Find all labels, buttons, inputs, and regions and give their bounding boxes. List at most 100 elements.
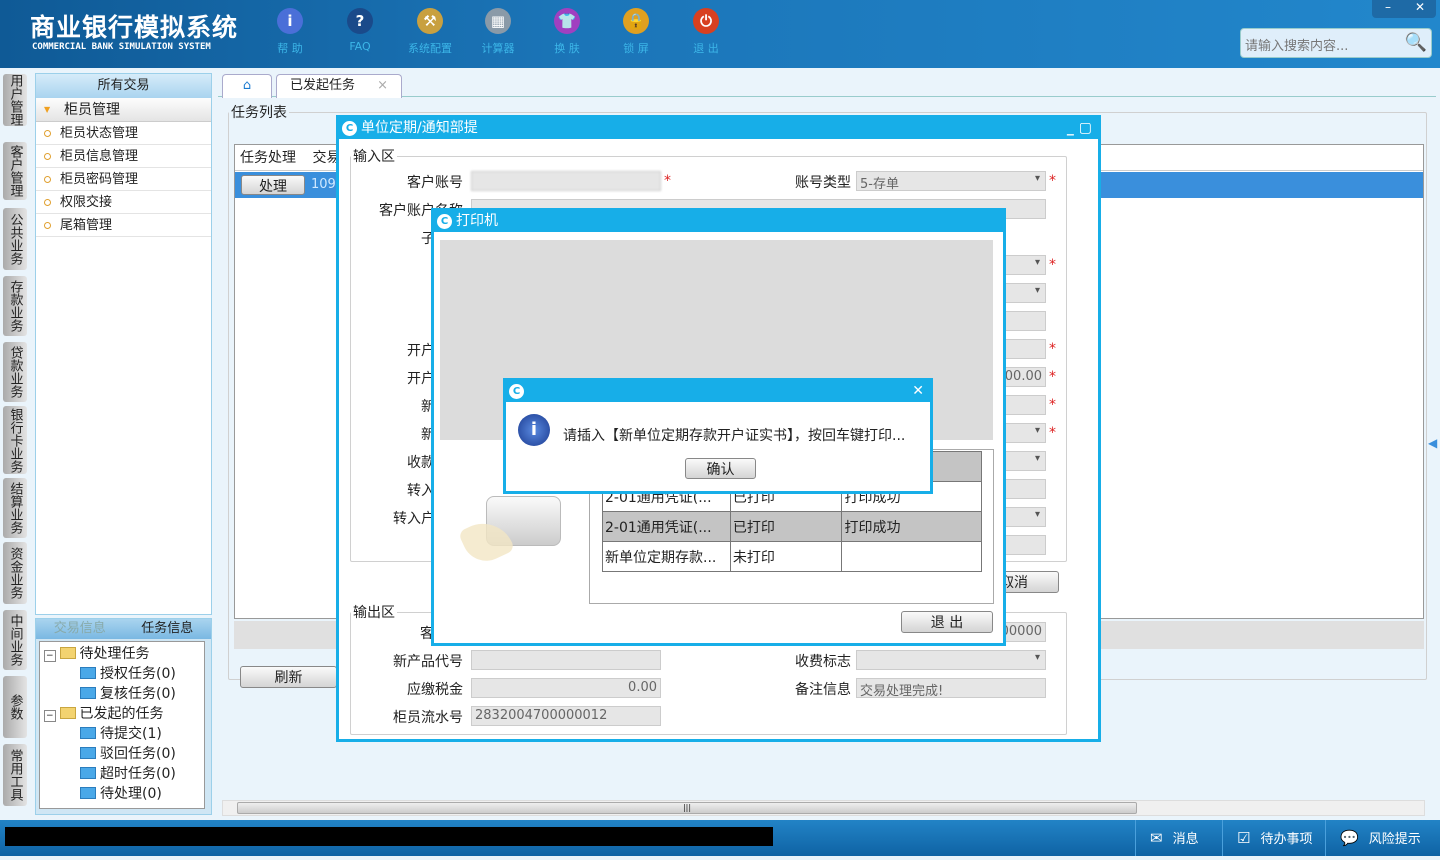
customer-label: 客 [420,626,434,642]
col-task-process: 任务处理 [240,150,296,166]
info-icon: i [518,414,550,446]
transaction-menu: 所有交易 柜员管理 柜员状态管理柜员信息管理柜员密码管理权限交接尾箱管理 [35,73,212,615]
account-type-label: 账号类型 [795,175,851,191]
question-icon: ? [347,8,373,34]
tree-node[interactable]: 授权任务(0) [80,664,176,684]
status-alert-bubble[interactable]: 💬 风险提示 [1325,820,1435,856]
refresh-button[interactable]: 刷新 [240,666,337,688]
account-type-select[interactable]: 5-存单 [856,171,1046,191]
toolbar-info-button[interactable]: i 帮 助 [260,8,320,56]
toolbar-label: 帮 助 [277,42,303,55]
toolbar-toolbox-button[interactable]: ⚒ 系统配置 [400,8,460,56]
tree-node[interactable]: 待提交(1) [80,724,162,744]
folder-icon [80,787,96,799]
search-icon[interactable]: 🔍 [1405,32,1427,53]
nav-tab-2[interactable]: 公共业务 [3,208,27,270]
toolbar-power-button[interactable]: ⏻ 退 出 [676,8,736,56]
toolbar-shirt-button[interactable]: 👕 换 肤 [537,8,597,56]
tree-node[interactable]: − 待处理任务 [44,644,150,664]
toolbar-label: 计算器 [481,42,515,55]
home-tab[interactable]: ⌂ [222,74,272,98]
tree-node[interactable]: − 已发起的任务 [44,704,164,724]
remark-label: 备注信息 [795,682,851,698]
insert-paper-alert: C ✕ i 请插入【新单位定期存款开户证实书】，按回车键打印... 确认 [503,378,933,494]
app-logo-icon: C [437,214,452,229]
required-mark: * [1049,369,1056,385]
new-product-label: 新产品代号 [393,654,463,670]
menu-item[interactable]: 柜员状态管理 [36,122,211,145]
tree-node[interactable]: 待处理(0) [80,784,162,804]
tree-node-label: 超时任务(0) [100,766,176,782]
collapse-icon[interactable]: − [44,710,56,722]
tree-node[interactable]: 驳回任务(0) [80,744,176,764]
toolbar-label: 系统配置 [408,42,452,55]
close-window-button[interactable]: ✕ [1404,0,1436,18]
nav-tab-7[interactable]: 资金业务 [3,542,27,604]
scrollbar-thumb[interactable]: ||| [237,802,1137,814]
nav-tab-8[interactable]: 中间业务 [3,610,27,670]
confirm-button[interactable]: 确认 [685,458,756,479]
nav-tab-9[interactable]: 参数 [3,676,27,738]
tree-node-label: 待提交(1) [100,726,162,742]
nav-tab-5[interactable]: 银行卡业务 [3,406,27,474]
power-icon: ⏻ [693,8,719,34]
tab-initiated-tasks[interactable]: 已发起任务 × [276,74,402,98]
toolbar-calculator-button[interactable]: ▦ 计算器 [468,8,528,56]
toolbox-icon: ⚒ [417,8,443,34]
close-tab-icon[interactable]: × [377,78,388,93]
minimize-button[interactable]: – [1372,0,1404,18]
nav-tab-10[interactable]: 常用工具 [3,744,27,806]
tab-task-info[interactable]: 任务信息 [124,619,212,639]
new-product-field [471,650,661,670]
exit-button[interactable]: 退 出 [901,611,993,633]
fee-flag-select[interactable] [856,650,1046,670]
menu-item[interactable]: 权限交接 [36,191,211,214]
status-mail[interactable]: ✉ 消息 [1135,820,1235,856]
status-label: 风险提示 [1368,832,1421,847]
menu-item[interactable]: 柜员信息管理 [36,145,211,168]
dialog-window-controls[interactable]: _ ▢ [1067,118,1092,139]
input-area-legend: 输入区 [353,149,395,165]
output-area-legend: 输出区 [353,605,395,621]
print-state: 未打印 [729,541,843,572]
print-result [841,541,982,572]
tab-transaction-info[interactable]: 交易信息 [36,619,124,639]
tree-node[interactable]: 复核任务(0) [80,684,176,704]
checkbox-icon: ☑ [1237,829,1251,847]
serial-field: 2832004700000012 [471,706,661,726]
app-title: 商业银行模拟系统 [30,13,239,42]
menu-item[interactable]: 柜员密码管理 [36,168,211,191]
search-placeholder: 请输入搜索内容... [1245,39,1349,54]
info-icon: i [277,8,303,34]
menu-item[interactable]: 尾箱管理 [36,214,211,237]
folder-icon [80,747,96,759]
shirt-icon: 👕 [554,8,580,34]
toolbar-lock-button[interactable]: 🔒 锁 屏 [606,8,666,56]
expand-panel-icon[interactable]: ◀ [1428,436,1437,450]
tree-node[interactable]: 超时任务(0) [80,764,176,784]
process-button[interactable]: 处理 [241,175,305,195]
nav-tab-6[interactable]: 结算业务 [3,478,27,538]
search-input[interactable]: 请输入搜索内容... 🔍 [1240,28,1432,58]
app-logo-icon: C [509,384,524,399]
nav-tab-3[interactable]: 存款业务 [3,276,27,336]
alert-close-button[interactable]: ✕ [912,381,924,402]
print-job-row[interactable]: 2-01通用凭证(... 已打印 打印成功 [602,511,982,542]
nav-tab-0[interactable]: 用户管理 [3,74,27,126]
required-mark: * [1049,397,1056,413]
status-checkbox[interactable]: ☑ 待办事项 [1222,820,1322,856]
home-icon: ⌂ [242,78,252,93]
customer-account-field[interactable] [471,171,661,191]
status-label: 消息 [1172,832,1199,847]
print-job-row[interactable]: 新单位定期存款... 未打印 [602,541,982,572]
mail-icon: ✉ [1150,829,1163,847]
menu-header[interactable]: 所有交易 [36,74,211,98]
nav-tab-1[interactable]: 客户管理 [3,142,27,200]
horizontal-scrollbar[interactable]: ||| [222,800,1425,816]
toolbar-question-button[interactable]: ? FAQ [330,8,390,53]
tree-node-label: 驳回任务(0) [100,746,176,762]
menu-group-teller[interactable]: 柜员管理 [36,98,211,122]
collapse-icon[interactable]: − [44,650,56,662]
tree-node-label: 待处理(0) [100,786,162,802]
nav-tab-4[interactable]: 贷款业务 [3,342,27,402]
